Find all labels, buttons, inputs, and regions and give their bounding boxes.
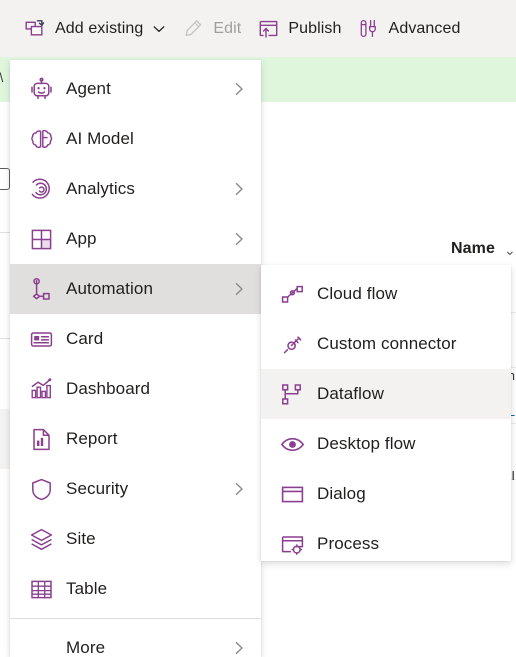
chevron-right-icon [231, 81, 247, 97]
menu-item-report[interactable]: Report [10, 414, 261, 464]
menu-item-agent[interactable]: Agent [10, 64, 261, 114]
menu-item-table[interactable]: Table [10, 564, 261, 614]
report-icon [28, 426, 54, 452]
pencil-icon [182, 18, 204, 40]
submenu-item-dialog[interactable]: Dialog [261, 469, 511, 519]
command-bar: Add existing Edit Publish Advanced [0, 0, 516, 57]
process-icon [279, 531, 305, 557]
chevron-right-icon [231, 281, 247, 297]
chevron-right-icon [231, 481, 247, 497]
site-icon [28, 526, 54, 552]
publish-label: Publish [288, 19, 342, 37]
submenu-item-dataflow[interactable]: Dataflow [261, 369, 511, 419]
grid-column-header-name[interactable]: Name [451, 240, 495, 258]
add-existing-label: Add existing [55, 19, 144, 37]
chevron-down-icon[interactable] [152, 22, 166, 36]
menu-item-site[interactable]: Site [10, 514, 261, 564]
submenu-item-label: Desktop flow [317, 434, 416, 453]
sort-chevron-icon[interactable]: ⌄ [504, 242, 516, 259]
advanced-label: Advanced [388, 19, 461, 37]
edit-label: Edit [213, 19, 242, 37]
automation-icon [28, 276, 54, 302]
submenu-item-process[interactable]: Process [261, 519, 511, 569]
advanced-tools-icon [358, 18, 380, 40]
menu-item-security[interactable]: Security [10, 464, 261, 514]
menu-item-card[interactable]: Card [10, 314, 261, 364]
submenu-item-label: Cloud flow [317, 284, 398, 303]
submenu-item-custom-connector[interactable]: Custom connector [261, 319, 511, 369]
menu-item-label: Table [66, 579, 108, 598]
desktop-flow-icon [279, 431, 305, 457]
grid-cell-fragment: I [511, 468, 515, 483]
edit-button: Edit [174, 11, 249, 47]
submenu-item-cloud-flow[interactable]: Cloud flow [261, 269, 511, 319]
app-root: t\ Name ⌄ n Γ I [0, 0, 516, 657]
menu-item-label: Report [66, 429, 118, 448]
add-existing-button[interactable]: Add existing [16, 11, 174, 47]
chevron-right-icon [231, 181, 247, 197]
automation-submenu: Cloud flow Custom connector Dataflow Des… [261, 265, 511, 561]
submenu-item-label: Process [317, 534, 380, 553]
publish-icon [257, 18, 279, 40]
submenu-item-label: Dialog [317, 484, 366, 503]
menu-item-label: More [66, 638, 106, 657]
submenu-item-label: Dataflow [317, 384, 384, 403]
table-icon [28, 576, 54, 602]
robot-icon [28, 76, 54, 102]
chevron-right-icon [231, 640, 247, 656]
custom-connector-icon [279, 331, 305, 357]
background-row-highlight [0, 409, 10, 469]
menu-item-label: Automation [66, 279, 153, 298]
menu-item-ai-model[interactable]: AI Model [10, 114, 261, 164]
menu-item-dashboard[interactable]: Dashboard [10, 364, 261, 414]
menu-item-automation[interactable]: Automation [10, 264, 261, 314]
add-existing-icon [24, 18, 46, 40]
menu-item-analytics[interactable]: Analytics [10, 164, 261, 214]
background-chip [0, 168, 10, 190]
card-icon [28, 326, 54, 352]
shield-icon [28, 476, 54, 502]
chevron-right-icon [231, 231, 247, 247]
menu-item-label: Analytics [66, 179, 135, 198]
cloud-flow-icon [279, 281, 305, 307]
dialog-icon [279, 481, 305, 507]
menu-item-label: Security [66, 479, 129, 498]
success-banner-text: t\ [0, 70, 3, 85]
menu-item-label: Card [66, 329, 104, 348]
submenu-item-label: Custom connector [317, 334, 457, 353]
dashboard-icon [28, 376, 54, 402]
brain-icon [28, 126, 54, 152]
menu-item-label: Agent [66, 79, 111, 98]
menu-item-label: Dashboard [66, 379, 151, 398]
submenu-item-desktop-flow[interactable]: Desktop flow [261, 419, 511, 469]
analytics-icon [28, 176, 54, 202]
app-icon [28, 226, 54, 252]
menu-divider [10, 618, 261, 619]
menu-item-label: App [66, 229, 97, 248]
publish-button[interactable]: Publish [249, 11, 349, 47]
add-existing-menu: Agent AI Model Analytics App Automation … [10, 60, 261, 657]
menu-item-label: AI Model [66, 129, 134, 148]
advanced-button[interactable]: Advanced [350, 11, 469, 47]
dataflow-icon [279, 381, 305, 407]
menu-item-app[interactable]: App [10, 214, 261, 264]
menu-item-more[interactable]: More [10, 623, 261, 657]
menu-item-label: Site [66, 529, 96, 548]
